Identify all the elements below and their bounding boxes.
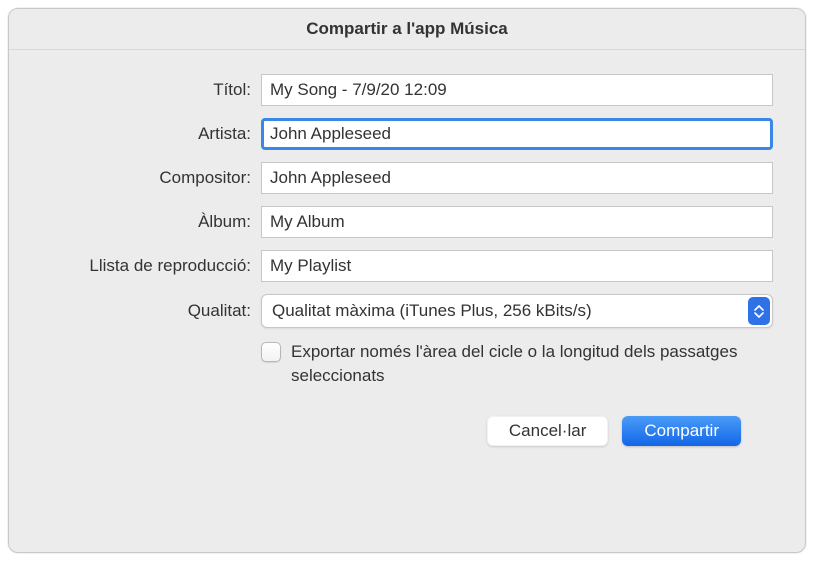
title-label: Títol: (9, 80, 261, 100)
button-row: Cancel·lar Compartir (9, 398, 773, 446)
dialog-title: Compartir a l'app Música (9, 9, 805, 50)
composer-label: Compositor: (9, 168, 261, 188)
album-row: Àlbum: (9, 206, 773, 238)
export-only-checkbox[interactable] (261, 342, 281, 362)
artist-input[interactable] (261, 118, 773, 150)
artist-label: Artista: (9, 124, 261, 144)
artist-row: Artista: (9, 118, 773, 150)
composer-row: Compositor: (9, 162, 773, 194)
playlist-label: Llista de reproducció: (9, 256, 261, 276)
export-only-row: Exportar només l'àrea del cicle o la lon… (261, 340, 773, 388)
share-button[interactable]: Compartir (622, 416, 741, 446)
playlist-row: Llista de reproducció: (9, 250, 773, 282)
form: Títol: Artista: Compositor: Àlbum: Llist (9, 50, 805, 446)
export-only-label: Exportar només l'àrea del cicle o la lon… (291, 340, 741, 388)
quality-value: Qualitat màxima (iTunes Plus, 256 kBits/… (261, 294, 773, 328)
title-input[interactable] (261, 74, 773, 106)
album-label: Àlbum: (9, 212, 261, 232)
quality-select[interactable]: Qualitat màxima (iTunes Plus, 256 kBits/… (261, 294, 773, 328)
playlist-input[interactable] (261, 250, 773, 282)
quality-row: Qualitat: Qualitat màxima (iTunes Plus, … (9, 294, 773, 328)
title-row: Títol: (9, 74, 773, 106)
composer-input[interactable] (261, 162, 773, 194)
share-music-dialog: Compartir a l'app Música Títol: Artista:… (8, 8, 806, 553)
updown-icon (748, 297, 770, 325)
cancel-button[interactable]: Cancel·lar (487, 416, 608, 446)
album-input[interactable] (261, 206, 773, 238)
quality-label: Qualitat: (9, 301, 261, 321)
